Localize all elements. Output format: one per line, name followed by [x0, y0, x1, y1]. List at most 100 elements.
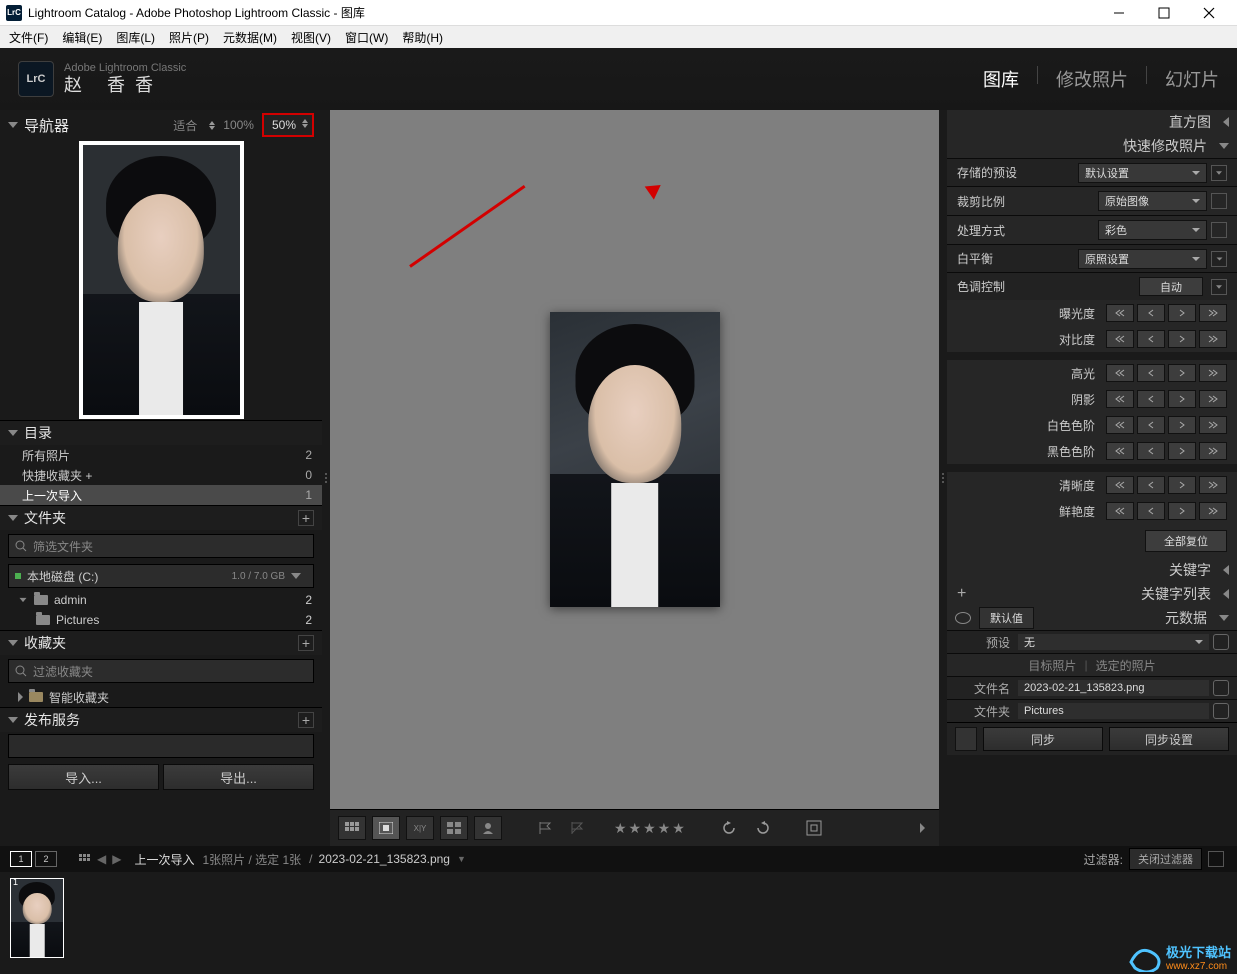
slider-inc-button[interactable] — [1168, 364, 1196, 382]
flag-reject-button[interactable] — [564, 817, 590, 839]
nav-fit[interactable]: 适合 — [173, 117, 197, 134]
slider-inc-button[interactable] — [1168, 476, 1196, 494]
collections-header[interactable]: 收藏夹 + — [0, 630, 322, 655]
nav-zoom-select[interactable]: 50% — [262, 113, 314, 137]
slider-big-dec-button[interactable] — [1106, 364, 1134, 382]
catalog-header[interactable]: 目录 — [0, 420, 322, 445]
menu-library[interactable]: 图库(L) — [109, 29, 162, 46]
slider-big-inc-button[interactable] — [1199, 304, 1227, 322]
rotate-ccw-button[interactable] — [717, 817, 743, 839]
tone-toggle[interactable] — [1211, 279, 1227, 295]
quick-develop-header[interactable]: 快速修改照片 — [947, 134, 1237, 158]
slider-big-inc-button[interactable] — [1199, 364, 1227, 382]
flag-pick-button[interactable] — [532, 817, 558, 839]
slider-big-inc-button[interactable] — [1199, 330, 1227, 348]
monitor2-icon[interactable]: 2 — [35, 851, 57, 867]
canvas[interactable] — [330, 110, 939, 809]
menu-edit[interactable]: 编辑(E) — [55, 29, 109, 46]
add-publish-button[interactable]: + — [298, 712, 314, 728]
add-keyword-button[interactable]: + — [957, 585, 966, 603]
metadata-mode-select[interactable]: 默认值 — [979, 607, 1034, 629]
sync-switch[interactable] — [955, 727, 977, 751]
module-library[interactable]: 图库 — [983, 66, 1019, 92]
import-button[interactable]: 导入... — [8, 764, 159, 790]
eye-icon[interactable] — [955, 612, 971, 624]
breadcrumb-menu-icon[interactable]: ▼ — [454, 854, 469, 864]
rating-stars[interactable]: ★★★★★ — [614, 820, 687, 837]
slider-big-inc-button[interactable] — [1199, 416, 1227, 434]
catalog-last-import[interactable]: 上一次导入1 — [0, 485, 322, 505]
keyword-list-header[interactable]: + 关键字列表 — [947, 582, 1237, 606]
slider-big-inc-button[interactable] — [1199, 502, 1227, 520]
slider-big-dec-button[interactable] — [1106, 330, 1134, 348]
compare-view-button[interactable]: X|Y — [406, 816, 434, 840]
filmstrip-thumb[interactable]: 1 — [10, 878, 64, 958]
meta-menu-icon[interactable] — [1213, 703, 1229, 719]
nav-fwd-icon[interactable]: ▶ — [109, 852, 124, 866]
main-image[interactable] — [550, 312, 720, 607]
grid-view-button[interactable] — [338, 816, 366, 840]
metadata-header[interactable]: 默认值 元数据 — [947, 606, 1237, 630]
wb-toggle[interactable] — [1211, 251, 1227, 267]
filter-lock-icon[interactable] — [1208, 851, 1224, 867]
folder-admin[interactable]: admin2 — [0, 590, 322, 610]
filmstrip[interactable]: 1 — [0, 872, 1237, 974]
meta-menu-icon[interactable] — [1213, 680, 1229, 696]
slider-big-inc-button[interactable] — [1199, 390, 1227, 408]
slider-dec-button[interactable] — [1137, 416, 1165, 434]
right-grip[interactable] — [939, 110, 947, 846]
folder-filter-input[interactable]: 筛选文件夹 — [8, 534, 314, 558]
navigator-header[interactable]: 导航器 适合 100% 50% — [0, 110, 322, 140]
histogram-header[interactable]: 直方图 — [947, 110, 1237, 134]
filename-value[interactable]: 2023-02-21_135823.png — [1018, 680, 1209, 696]
slider-inc-button[interactable] — [1168, 416, 1196, 434]
slider-big-dec-button[interactable] — [1106, 476, 1134, 494]
slider-dec-button[interactable] — [1137, 390, 1165, 408]
nav-100[interactable]: 100% — [223, 118, 254, 132]
menu-window[interactable]: 窗口(W) — [338, 29, 395, 46]
people-view-button[interactable] — [474, 816, 502, 840]
add-folder-button[interactable]: + — [298, 510, 314, 526]
tone-auto-button[interactable]: 自动 — [1139, 277, 1203, 296]
focus-button[interactable] — [801, 817, 827, 839]
volume-row[interactable]: 本地磁盘 (C:) 1.0 / 7.0 GB — [8, 564, 314, 588]
left-grip[interactable] — [322, 110, 330, 846]
fit-stepper-icon[interactable] — [209, 121, 215, 130]
slider-dec-button[interactable] — [1137, 304, 1165, 322]
survey-view-button[interactable] — [440, 816, 468, 840]
toolbar-expand-icon[interactable] — [920, 823, 925, 833]
slider-big-dec-button[interactable] — [1106, 304, 1134, 322]
preset-toggle[interactable] — [1211, 165, 1227, 181]
collection-filter-input[interactable]: 过滤收藏夹 — [8, 659, 314, 683]
slider-dec-button[interactable] — [1137, 442, 1165, 460]
slider-big-dec-button[interactable] — [1106, 442, 1134, 460]
meta-preset-select[interactable]: 无 — [1018, 634, 1209, 650]
menu-metadata[interactable]: 元数据(M) — [216, 29, 284, 46]
slider-inc-button[interactable] — [1168, 442, 1196, 460]
slider-big-dec-button[interactable] — [1106, 416, 1134, 434]
folder-value[interactable]: Pictures — [1018, 703, 1209, 719]
publish-header[interactable]: 发布服务 + — [0, 707, 322, 732]
slider-inc-button[interactable] — [1168, 304, 1196, 322]
keywords-header[interactable]: 关键字 — [947, 558, 1237, 582]
slider-inc-button[interactable] — [1168, 330, 1196, 348]
add-collection-button[interactable]: + — [298, 635, 314, 651]
rotate-cw-button[interactable] — [749, 817, 775, 839]
selected-photo-tab[interactable]: 选定的照片 — [1096, 657, 1156, 674]
saved-preset-select[interactable]: 默认设置 — [1078, 163, 1207, 183]
zoom-stepper-icon[interactable] — [302, 119, 308, 128]
catalog-all-photos[interactable]: 所有照片2 — [0, 445, 322, 465]
module-slideshow[interactable]: 幻灯片 — [1165, 66, 1219, 92]
menu-help[interactable]: 帮助(H) — [395, 29, 450, 46]
slider-dec-button[interactable] — [1137, 502, 1165, 520]
filter-select[interactable]: 关闭过滤器 — [1129, 848, 1202, 870]
catalog-quick-collection[interactable]: 快捷收藏夹 +0 — [0, 465, 322, 485]
loupe-view-button[interactable] — [372, 816, 400, 840]
slider-dec-button[interactable] — [1137, 330, 1165, 348]
reset-all-button[interactable]: 全部复位 — [1145, 530, 1227, 552]
crop-toggle[interactable] — [1211, 193, 1227, 209]
slider-big-inc-button[interactable] — [1199, 476, 1227, 494]
monitor1-icon[interactable]: 1 — [10, 851, 32, 867]
volume-menu-icon[interactable] — [291, 573, 301, 579]
menu-file[interactable]: 文件(F) — [2, 29, 55, 46]
